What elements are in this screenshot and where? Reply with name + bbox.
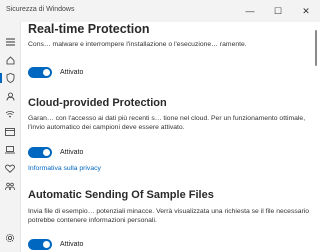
section-description: Garan… con l'accesso ai dati più recenti… bbox=[28, 115, 307, 131]
sidebar bbox=[0, 22, 21, 252]
wifi-icon[interactable] bbox=[2, 106, 18, 122]
section-heading-automatic-sample-submission: Automatic Sending Of Sample Files bbox=[28, 189, 214, 201]
maximize-button[interactable]: ☐ bbox=[264, 0, 292, 22]
title-bar: Sicurezza di Windows — ☐ ✕ bbox=[0, 0, 320, 22]
cloud-protection-toggle[interactable] bbox=[28, 146, 52, 158]
toggle-row: Attivato bbox=[28, 146, 83, 158]
section-description: Cons… malware e interrompere l'installaz… bbox=[28, 41, 247, 48]
heart-icon[interactable] bbox=[2, 160, 18, 176]
settings-icon[interactable] bbox=[2, 230, 18, 246]
real-time-protection-toggle[interactable] bbox=[28, 66, 52, 78]
toggle-row: Attivato bbox=[28, 66, 83, 78]
main-content: Real-time Protection Cons… malware e int… bbox=[28, 22, 318, 252]
toggle-label: Attivato bbox=[60, 240, 84, 248]
toggle-label: Attivato bbox=[60, 148, 84, 156]
shield-icon[interactable] bbox=[0, 70, 18, 86]
window-controls: — ☐ ✕ bbox=[236, 0, 320, 22]
toggle-row: Attivato bbox=[28, 238, 83, 250]
section-heading-cloud-protection: Cloud-provided Protection bbox=[28, 97, 167, 109]
home-icon[interactable] bbox=[2, 52, 18, 68]
privacy-link[interactable]: Informativa sulla privacy bbox=[28, 165, 101, 172]
menu-icon[interactable] bbox=[2, 34, 18, 50]
family-icon[interactable] bbox=[2, 178, 18, 194]
scrollbar[interactable] bbox=[315, 30, 317, 66]
section-heading-real-time-protection: Real-time Protection bbox=[28, 22, 150, 36]
minimize-button[interactable]: — bbox=[236, 0, 264, 22]
section-description: Invia file di esempio… potenziali minacc… bbox=[28, 208, 311, 224]
browser-icon[interactable] bbox=[2, 124, 18, 140]
laptop-icon[interactable] bbox=[2, 142, 18, 158]
person-icon[interactable] bbox=[2, 88, 18, 104]
toggle-label: Attivato bbox=[60, 68, 84, 76]
sample-submission-toggle[interactable] bbox=[28, 238, 52, 250]
window-title: Sicurezza di Windows bbox=[6, 6, 75, 13]
close-button[interactable]: ✕ bbox=[292, 0, 320, 22]
